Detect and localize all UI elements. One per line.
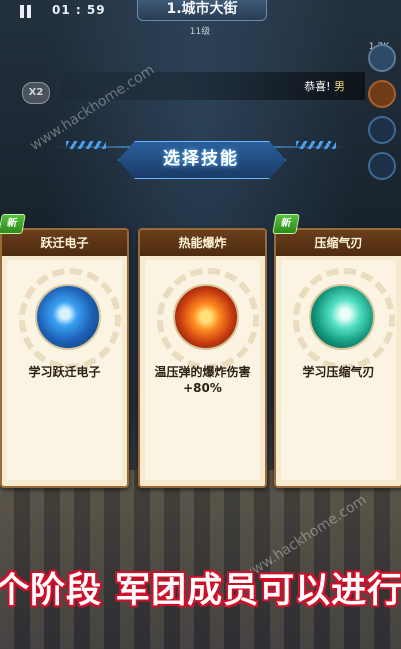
new-badge: 新 bbox=[272, 214, 300, 234]
skill-description: 学习跃迁电子 bbox=[28, 365, 101, 379]
video-caption: 个阶段 军团成员可以进行 bbox=[0, 571, 401, 611]
banner-text: 恭喜! 男 bbox=[304, 80, 345, 93]
stage-level: 11级 bbox=[189, 27, 211, 37]
skill-slot-icon bbox=[368, 80, 396, 108]
countdown-timer: 01 : 59 bbox=[52, 3, 106, 17]
skill-slot-icon bbox=[368, 116, 396, 144]
card-body: 学习压缩气刃 bbox=[281, 260, 396, 480]
thermal-shell-icon bbox=[173, 284, 239, 350]
new-badge: 新 bbox=[0, 214, 26, 234]
skill-card-blade[interactable]: 压缩气刃 学习压缩气刃 bbox=[274, 228, 401, 488]
skill-description: 学习压缩气刃 bbox=[302, 365, 375, 379]
skill-card-electron[interactable]: 跃迁电子 学习跃迁电子 bbox=[0, 228, 129, 488]
skill-select-header: 选择技能 bbox=[52, 138, 350, 180]
skill-slot-icon bbox=[368, 152, 396, 180]
top-hud: 01 : 59 1.城市大街 11级 bbox=[0, 0, 401, 37]
header-title: 选择技能 bbox=[163, 149, 239, 169]
card-body: 温压弹的爆炸伤害 +80% bbox=[145, 260, 260, 480]
stage-panel: 1.城市大街 bbox=[137, 0, 267, 21]
city-buildings-background bbox=[0, 470, 401, 649]
skill-name: 跃迁电子 bbox=[40, 236, 89, 250]
card-body: 学习跃迁电子 bbox=[7, 260, 122, 480]
speed-toggle-button[interactable]: X2 bbox=[22, 82, 50, 104]
electron-burst-icon bbox=[35, 284, 101, 350]
skill-name: 压缩气刃 bbox=[314, 236, 363, 250]
stage-title: 1.城市大街 bbox=[166, 1, 238, 17]
pause-button[interactable] bbox=[18, 4, 34, 20]
skill-description: 温压弹的爆炸伤害 +80% bbox=[154, 365, 251, 395]
header-stripes bbox=[296, 141, 336, 149]
skill-card-thermal[interactable]: 热能爆炸 温压弹的爆炸伤害 +80% bbox=[138, 228, 267, 488]
header-stripes bbox=[66, 141, 106, 149]
skill-name: 热能爆炸 bbox=[178, 236, 227, 250]
skill-slot-icon bbox=[368, 44, 396, 72]
compressed-blade-icon bbox=[309, 284, 375, 350]
right-skill-bar bbox=[363, 36, 401, 180]
